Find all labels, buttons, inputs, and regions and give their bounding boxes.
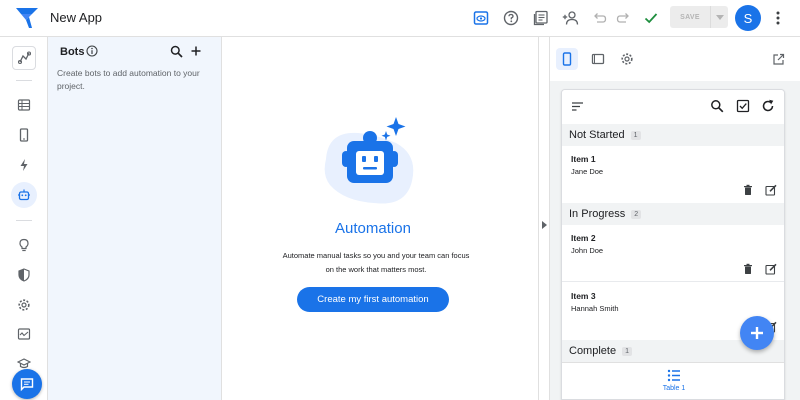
start-icon[interactable] — [12, 46, 36, 70]
automation-description: Automate manual tasks so you and your te… — [276, 249, 476, 277]
save-button[interactable]: SAVE — [670, 6, 710, 28]
sort-menu-icon[interactable] — [570, 99, 584, 113]
app-views-icon[interactable] — [12, 123, 36, 147]
mobile-device-frame: Not Started 1 Item 1 Jane Doe In Progres… — [561, 89, 785, 400]
item-title: Item 1 — [571, 154, 596, 164]
search-icon[interactable] — [170, 45, 183, 58]
automation-empty-state: Automation Automate manual tasks so you … — [222, 37, 538, 400]
search-icon[interactable] — [710, 99, 724, 113]
caret-down-icon — [715, 14, 724, 20]
group-name: Not Started — [569, 129, 625, 141]
select-checkbox-icon[interactable] — [736, 99, 750, 113]
help-icon[interactable] — [501, 8, 521, 28]
item-title: Item 2 — [571, 233, 596, 243]
docs-icon[interactable] — [531, 8, 551, 28]
collapse-arrow-icon[interactable] — [542, 221, 548, 229]
automation-robot-illustration — [318, 111, 422, 215]
rail-divider — [16, 220, 32, 221]
item-assignee: Jane Doe — [571, 167, 604, 176]
intelligence-icon[interactable] — [12, 233, 36, 257]
info-icon[interactable] — [86, 45, 98, 57]
preview-panel-splitter[interactable] — [538, 37, 550, 400]
automation-title: Automation — [335, 220, 411, 237]
preview-settings-icon[interactable] — [616, 48, 638, 70]
preview-toolbar — [550, 37, 800, 81]
group-name: Complete — [569, 345, 617, 357]
item-assignee: John Doe — [571, 246, 604, 255]
list-view-icon — [667, 369, 680, 382]
security-icon[interactable] — [12, 263, 36, 287]
nav-tab-table-1[interactable]: Table 1 — [654, 367, 694, 399]
more-menu-icon[interactable] — [770, 9, 786, 27]
app-name[interactable]: New App — [50, 10, 102, 25]
delete-icon[interactable] — [742, 263, 754, 275]
saved-check-icon — [641, 8, 661, 28]
group-name: In Progress — [569, 208, 626, 220]
automation-description-line-2: on the work that matters most. — [325, 265, 427, 274]
edit-icon[interactable] — [765, 263, 777, 275]
data-icon[interactable] — [12, 93, 36, 117]
appsheet-logo-icon[interactable] — [16, 8, 38, 28]
automation-description-line-1: Automate manual tasks so you and your te… — [282, 251, 470, 260]
bottom-navigation: Table 1 — [562, 362, 784, 399]
edit-icon[interactable] — [765, 184, 777, 196]
group-header-not-started[interactable]: Not Started 1 — [562, 124, 784, 146]
save-options-dropdown[interactable] — [710, 6, 728, 28]
bots-panel: Bots Create bots to add automation to yo… — [48, 37, 222, 400]
bots-title: Bots — [60, 46, 85, 58]
list-item[interactable]: Item 1 Jane Doe — [562, 146, 784, 203]
add-item-fab[interactable] — [740, 316, 774, 350]
bots-empty-description: Create bots to add automation to your pr… — [57, 68, 200, 91]
refresh-icon[interactable] — [761, 99, 775, 113]
manage-icon[interactable] — [12, 322, 36, 346]
group-count-badge: 1 — [630, 130, 641, 140]
left-nav-rail — [0, 37, 48, 400]
account-avatar[interactable]: S — [735, 5, 761, 31]
actions-icon[interactable] — [12, 153, 36, 177]
item-assignee: Hannah Smith — [571, 304, 619, 313]
redo-icon[interactable] — [614, 8, 634, 28]
group-count-badge: 2 — [631, 209, 642, 219]
top-bar: New App SAVE S — [0, 0, 800, 37]
delete-icon[interactable] — [742, 184, 754, 196]
tablet-preview-icon[interactable] — [587, 48, 609, 70]
open-in-new-tab-icon[interactable] — [767, 48, 789, 70]
undo-icon[interactable] — [589, 8, 609, 28]
rail-divider — [16, 80, 32, 81]
mobile-preview-icon[interactable] — [556, 48, 578, 70]
app-preview-panel: Not Started 1 Item 1 Jane Doe In Progres… — [550, 37, 800, 400]
nav-tab-label: Table 1 — [662, 385, 686, 392]
item-title: Item 3 — [571, 291, 596, 301]
preview-toggle-icon[interactable] — [471, 8, 491, 28]
plus-icon — [751, 327, 763, 339]
group-header-in-progress[interactable]: In Progress 2 — [562, 203, 784, 225]
chat-support-button[interactable] — [12, 369, 42, 399]
app-header — [562, 90, 784, 122]
add-bot-icon[interactable] — [189, 44, 203, 58]
save-split-button: SAVE — [670, 6, 728, 28]
chat-icon — [20, 378, 34, 392]
automation-icon[interactable] — [11, 182, 37, 208]
settings-icon[interactable] — [12, 293, 36, 317]
share-icon[interactable] — [561, 8, 581, 28]
group-count-badge: 1 — [622, 346, 632, 356]
list-item[interactable]: Item 2 John Doe — [562, 225, 784, 282]
create-first-automation-button[interactable]: Create my first automation — [297, 287, 449, 312]
